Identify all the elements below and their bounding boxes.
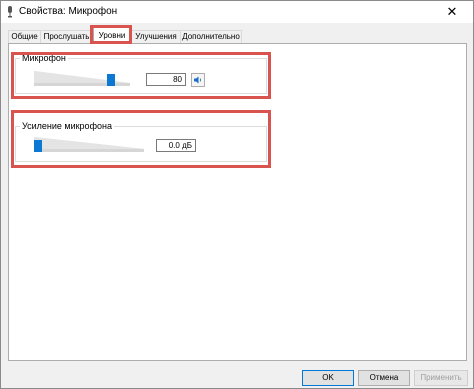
button-bar: OK Отмена Применить bbox=[1, 366, 473, 388]
close-icon: ✕ bbox=[446, 4, 458, 19]
microphone-group-highlight bbox=[11, 52, 271, 99]
tab-advanced[interactable]: Дополнительно bbox=[180, 30, 242, 43]
window-title: Свойства: Микрофон bbox=[19, 6, 118, 17]
tab-enhancements[interactable]: Улучшения bbox=[131, 30, 181, 43]
title-bar: Свойства: Микрофон ✕ bbox=[1, 1, 473, 23]
properties-window: Свойства: Микрофон ✕ Общие Прослушать Ур… bbox=[0, 0, 474, 389]
levels-panel: Микрофон 80 Усиление микрофона 0.0 дБ bbox=[8, 43, 467, 361]
apply-button[interactable]: Применить bbox=[414, 370, 468, 386]
ok-button[interactable]: OK bbox=[302, 370, 354, 386]
microphone-icon bbox=[8, 6, 12, 18]
cancel-button[interactable]: Отмена bbox=[358, 370, 410, 386]
close-button[interactable]: ✕ bbox=[435, 2, 469, 22]
boost-group-highlight bbox=[11, 110, 271, 168]
tab-listen[interactable]: Прослушать bbox=[40, 30, 93, 43]
tab-general[interactable]: Общие bbox=[8, 30, 41, 43]
levels-tab-highlight bbox=[90, 25, 132, 44]
